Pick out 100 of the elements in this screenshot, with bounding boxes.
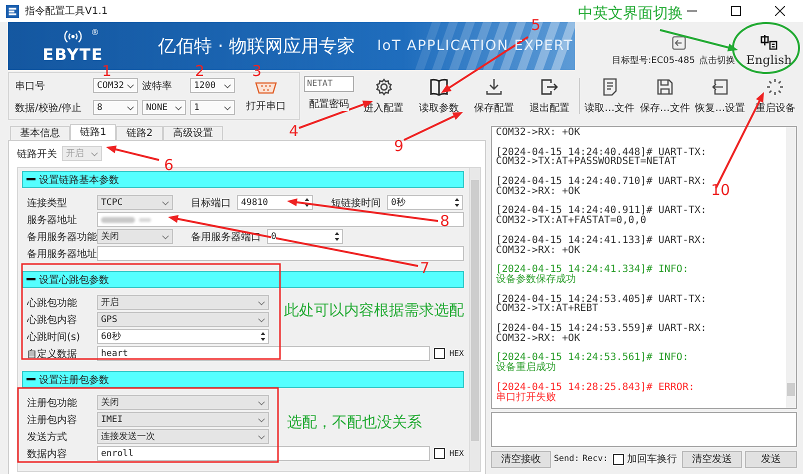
spin-box[interactable]: 0秒 (387, 195, 463, 210)
tab[interactable]: 高级设置 (162, 126, 223, 140)
field-label: 心跳时间(s) (27, 330, 82, 344)
close-icon[interactable] (775, 6, 785, 16)
text-field[interactable]: heart (97, 346, 430, 361)
toolbar-button[interactable]: 读取…文件 (582, 77, 638, 115)
clear-receive-button[interactable]: 清空接收 (490, 450, 551, 468)
annotation-arrow (404, 112, 463, 141)
field-label: 发送方式 (27, 430, 68, 444)
banner-tagline: IoT APPLICATION EXPERT (377, 38, 574, 54)
checkbox-label: 加回车换行 (627, 452, 677, 466)
stop-bits-dropdown[interactable]: 1 (190, 100, 235, 115)
field-label: 连接类型 (27, 196, 68, 210)
spin-arrows-icon[interactable] (334, 231, 340, 242)
baud-dropdown[interactable]: 1200 (190, 78, 235, 93)
annotation-number: 10 (711, 183, 730, 198)
clear-send-button[interactable]: 清空发送 (682, 450, 742, 468)
log-message: COM32->RX: +OK (496, 246, 580, 256)
log-message: COM32->RX: +OK (496, 186, 580, 197)
log-header: [2024-04-15 14:24:53.405]# UART-TX: (496, 294, 707, 304)
spin-box[interactable]: 60秒 (97, 329, 269, 344)
format-label: 数据/校验/停止 (15, 102, 83, 114)
log-header: [2024-04-15 14:24:40.911]# UART-TX: (496, 206, 707, 216)
toolbar-button[interactable]: 读取参数 (411, 77, 466, 115)
exit-icon (539, 77, 560, 97)
checkbox[interactable] (434, 348, 446, 359)
field-label: 心跳包内容 (27, 314, 78, 326)
book-icon (428, 77, 449, 97)
log-header: [2024-04-15 14:28:25.843]# ERROR: (496, 382, 694, 393)
dropdown[interactable]: TCPC (97, 195, 173, 210)
annotation-note: 中英文界面切换 (578, 6, 683, 21)
spin-arrows-icon[interactable] (454, 197, 460, 208)
password-label: 配置密码 (309, 96, 349, 110)
annotation-number: 9 (394, 139, 404, 154)
toolbar-button[interactable]: 保存…文件 (637, 77, 692, 115)
maximize-icon[interactable] (731, 6, 741, 16)
dropdown[interactable]: 开启 (97, 295, 269, 310)
log-header: [2024-04-15 14:24:53.559]# UART-RX: (496, 324, 707, 334)
dropdown[interactable]: 关闭 (97, 395, 269, 410)
checkbox[interactable] (613, 454, 624, 465)
field-label: 自定义数据 (27, 348, 78, 360)
dropdown[interactable]: GPS (97, 312, 269, 327)
toolbar-button[interactable]: 恢复…设置 (692, 77, 748, 115)
port-dropdown[interactable]: COM32 (93, 78, 138, 93)
send-field[interactable] (490, 412, 797, 448)
dropdown[interactable]: 连接发送一次 (97, 429, 269, 444)
text-field[interactable] (97, 246, 464, 261)
toolbar-button[interactable]: 保存配置 (466, 77, 522, 115)
recv-label: Recv: (582, 454, 608, 464)
open-port-button[interactable]: 打开串口 (239, 80, 293, 112)
scrollbar[interactable] (468, 168, 480, 471)
data-bits-dropdown[interactable]: 8 (93, 100, 138, 115)
translate-icon (759, 34, 779, 51)
checkbox-label: HEX (449, 449, 464, 458)
field-label: 服务器地址 (27, 214, 78, 226)
log-header: [2024-04-15 14:24:40.448]# UART-TX: (496, 148, 707, 158)
brand-logo: EBYTE (42, 45, 104, 64)
spin-arrows-icon[interactable] (304, 197, 310, 208)
gear-icon (374, 77, 394, 97)
checkbox[interactable] (434, 448, 446, 459)
spin-box[interactable]: 49810 (237, 195, 313, 210)
model-label: 目标型号:EC05-485 (612, 54, 695, 67)
tab[interactable]: 链路1 (70, 124, 116, 140)
log-header: [2024-04-15 14:24:41.334]# INFO: (496, 265, 688, 275)
banner-slogan: 亿佰特 · 物联网应用专家 (158, 35, 356, 58)
section-title: 设置链路基本参数 (39, 174, 119, 186)
annotation-number: 4 (289, 124, 299, 139)
section-title: 设置心跳包参数 (39, 274, 109, 286)
dropdown[interactable]: IMEI (97, 412, 269, 427)
serial-port-icon (255, 80, 277, 94)
text-field[interactable]: enroll (97, 446, 430, 461)
switch-link[interactable]: 点击切换 (699, 54, 735, 67)
annotation-number: 5 (531, 18, 541, 33)
collapse-icon[interactable] (26, 378, 36, 381)
scrollbar[interactable] (786, 127, 796, 408)
section-header[interactable]: 设置注册包参数 (22, 371, 464, 388)
toolbar-button[interactable]: 退出配置 (522, 77, 577, 115)
window-title: 指令配置工具V1.1 (25, 4, 108, 18)
field-label: 备用服务器地址 (27, 248, 97, 260)
tab[interactable]: 基本信息 (10, 126, 70, 140)
collapse-icon[interactable] (26, 178, 36, 181)
log-message: COM32->TX:AT+PASSWORDSET=NETAT (496, 157, 676, 168)
spin-box[interactable]: 0 (267, 229, 343, 244)
log-message: 串口打开失败 (496, 392, 556, 402)
tab[interactable]: 链路2 (116, 126, 163, 140)
send-button[interactable]: 发送 (745, 450, 797, 468)
parity-dropdown[interactable]: NONE (142, 100, 186, 115)
app-logo-icon (6, 4, 19, 18)
port-label: 串口号 (15, 80, 46, 92)
text-field[interactable] (97, 212, 464, 227)
switch-icon[interactable] (671, 35, 687, 51)
field-label: 数据内容 (27, 448, 68, 460)
annotation-note: 此处可以内容根据需求选配 (284, 303, 464, 318)
section-header[interactable]: 设置链路基本参数 (22, 171, 464, 188)
password-field[interactable]: NETAT (304, 76, 354, 92)
spin-arrows-icon[interactable] (260, 331, 266, 342)
collapse-icon[interactable] (26, 278, 36, 281)
log-message: COM32->TX:AT+REBT (496, 304, 598, 314)
language-button[interactable]: English (735, 22, 803, 70)
dropdown[interactable]: 关闭 (97, 229, 173, 244)
